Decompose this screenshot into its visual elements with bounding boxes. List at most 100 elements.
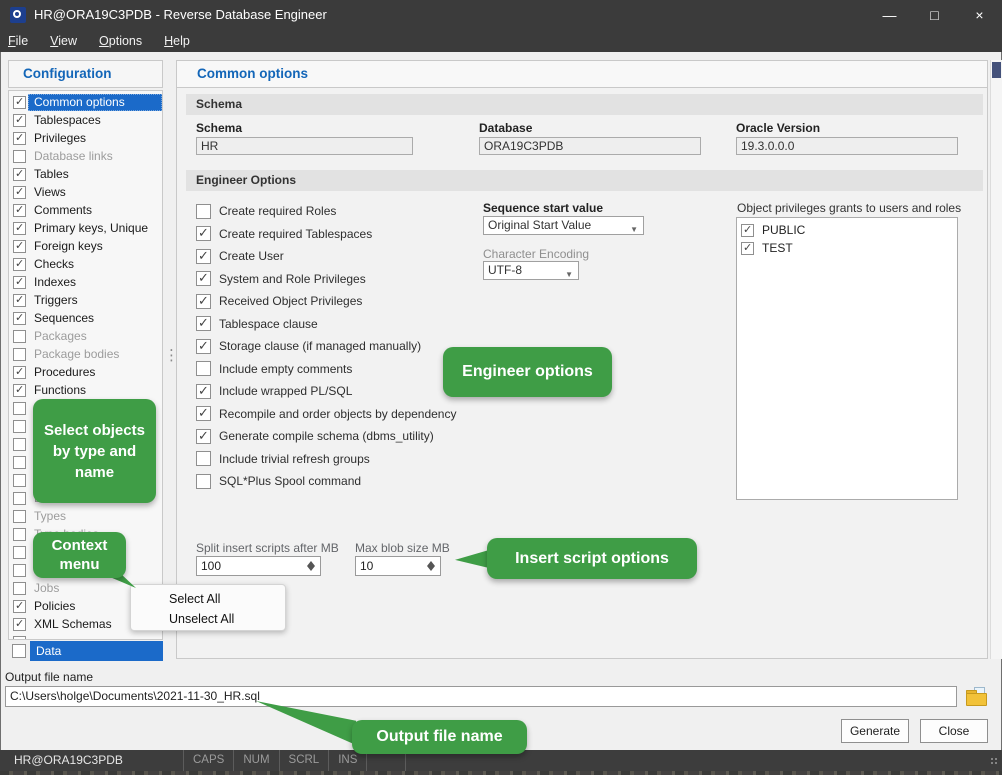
checkbox[interactable] [196, 451, 211, 466]
sidebar-item-database-links[interactable]: Database links [9, 147, 162, 165]
sidebar-item-comments[interactable]: Comments [9, 201, 162, 219]
database-field[interactable]: ORA19C3PDB [479, 137, 701, 155]
checkbox[interactable] [196, 384, 211, 399]
sidebar-item-triggers[interactable]: Triggers [9, 291, 162, 309]
checkbox[interactable] [12, 644, 26, 658]
option-system-role-privileges[interactable]: System and Role Privileges [196, 268, 496, 291]
option-received-object-privileges[interactable]: Received Object Privileges [196, 290, 496, 313]
sidebar-item-procedures[interactable]: Procedures [9, 363, 162, 381]
sequence-start-select[interactable]: Original Start Value ▼ [483, 216, 644, 235]
sidebar-item-sequences[interactable]: Sequences [9, 309, 162, 327]
sidebar-item-tables[interactable]: Tables [9, 165, 162, 183]
checkbox[interactable] [196, 226, 211, 241]
sidebar-item-indexes[interactable]: Indexes [9, 273, 162, 291]
sidebar-item-checks[interactable]: Checks [9, 255, 162, 273]
checkbox[interactable] [13, 114, 26, 127]
generate-button[interactable]: Generate [841, 719, 909, 743]
checkbox[interactable] [13, 492, 26, 505]
sidebar-item-types[interactable]: Types [9, 507, 162, 525]
sidebar-item-common-options[interactable]: Common options [9, 93, 162, 111]
option-tablespace-clause[interactable]: Tablespace clause [196, 313, 496, 336]
maximize-button[interactable]: □ [912, 0, 957, 30]
close-window-button[interactable]: × [957, 0, 1002, 30]
checkbox[interactable] [13, 150, 26, 163]
max-blob-stepper[interactable]: 10 [355, 556, 441, 576]
option-recompile-order[interactable]: Recompile and order objects by dependenc… [196, 403, 496, 426]
oracle-version-field[interactable]: 19.3.0.0.0 [736, 137, 958, 155]
checkbox[interactable] [13, 528, 26, 541]
sidebar-item-packages[interactable]: Packages [9, 327, 162, 345]
option-sqlplus-spool[interactable]: SQL*Plus Spool command [196, 470, 496, 493]
sidebar-item-foreign-keys[interactable]: Foreign keys [9, 237, 162, 255]
checkbox[interactable] [196, 474, 211, 489]
checkbox[interactable] [13, 636, 26, 641]
checkbox[interactable] [741, 242, 754, 255]
sidebar-item-privileges[interactable]: Privileges [9, 129, 162, 147]
checkbox[interactable] [13, 366, 26, 379]
checkbox[interactable] [13, 600, 26, 613]
browse-folder-button[interactable] [964, 686, 990, 708]
resize-grip-icon[interactable] [990, 757, 999, 766]
option-create-required-roles[interactable]: Create required Roles [196, 200, 496, 223]
checkbox[interactable] [13, 420, 26, 433]
minimize-button[interactable]: — [867, 0, 912, 30]
checkbox[interactable] [196, 429, 211, 444]
checkbox[interactable] [196, 294, 211, 309]
checkbox[interactable] [13, 474, 26, 487]
checkbox[interactable] [13, 438, 26, 451]
checkbox[interactable] [13, 294, 26, 307]
checkbox[interactable] [13, 348, 26, 361]
split-insert-stepper[interactable]: 100 [196, 556, 321, 576]
menu-help[interactable]: Help [164, 34, 190, 48]
checkbox[interactable] [13, 402, 26, 415]
checkbox[interactable] [13, 384, 26, 397]
context-menu-select-all[interactable]: Select All [131, 589, 285, 609]
checkbox[interactable] [13, 240, 26, 253]
checkbox[interactable] [13, 168, 26, 181]
option-generate-compile-schema[interactable]: Generate compile schema (dbms_utility) [196, 425, 496, 448]
sidebar-item-functions[interactable]: Functions [9, 381, 162, 399]
checkbox[interactable] [196, 271, 211, 286]
sidebar-item-primary-keys[interactable]: Primary keys, Unique [9, 219, 162, 237]
checkbox[interactable] [196, 316, 211, 331]
splitter-handle[interactable]: ⋮ [164, 350, 174, 372]
menu-view[interactable]: View [50, 34, 77, 48]
checkbox[interactable] [13, 564, 26, 577]
checkbox[interactable] [196, 249, 211, 264]
checkbox[interactable] [741, 224, 754, 237]
output-file-input[interactable]: C:\Users\holge\Documents\2021-11-30_HR.s… [5, 686, 957, 707]
grant-item-test[interactable]: TEST [737, 239, 957, 257]
checkbox[interactable] [13, 276, 26, 289]
schema-field[interactable]: HR [196, 137, 413, 155]
checkbox[interactable] [13, 330, 26, 343]
checkbox[interactable] [13, 456, 26, 469]
sidebar-item[interactable] [9, 633, 162, 640]
menu-options[interactable]: Options [99, 34, 142, 48]
checkbox[interactable] [13, 222, 26, 235]
character-encoding-select[interactable]: UTF-8 ▼ [483, 261, 579, 280]
sidebar-item-package-bodies[interactable]: Package bodies [9, 345, 162, 363]
sidebar-item-views[interactable]: Views [9, 183, 162, 201]
menu-file[interactable]: File [8, 34, 28, 48]
checkbox[interactable] [13, 510, 26, 523]
checkbox[interactable] [196, 339, 211, 354]
option-trivial-refresh-groups[interactable]: Include trivial refresh groups [196, 448, 496, 471]
checkbox[interactable] [13, 204, 26, 217]
checkbox[interactable] [13, 132, 26, 145]
checkbox[interactable] [196, 204, 211, 219]
sidebar-item-tablespaces[interactable]: Tablespaces [9, 111, 162, 129]
checkbox[interactable] [13, 96, 26, 109]
option-create-required-tablespaces[interactable]: Create required Tablespaces [196, 223, 496, 246]
spin-down-icon[interactable] [427, 566, 435, 571]
grant-item-public[interactable]: PUBLIC [737, 221, 957, 239]
close-button[interactable]: Close [920, 719, 988, 743]
checkbox[interactable] [13, 258, 26, 271]
sidebar-item-data[interactable]: Data [8, 641, 163, 661]
checkbox[interactable] [13, 582, 26, 595]
context-menu-unselect-all[interactable]: Unselect All [131, 609, 285, 629]
option-create-user[interactable]: Create User [196, 245, 496, 268]
scrollbar-thumb[interactable] [992, 62, 1001, 78]
checkbox[interactable] [13, 546, 26, 559]
checkbox[interactable] [13, 312, 26, 325]
checkbox[interactable] [196, 361, 211, 376]
